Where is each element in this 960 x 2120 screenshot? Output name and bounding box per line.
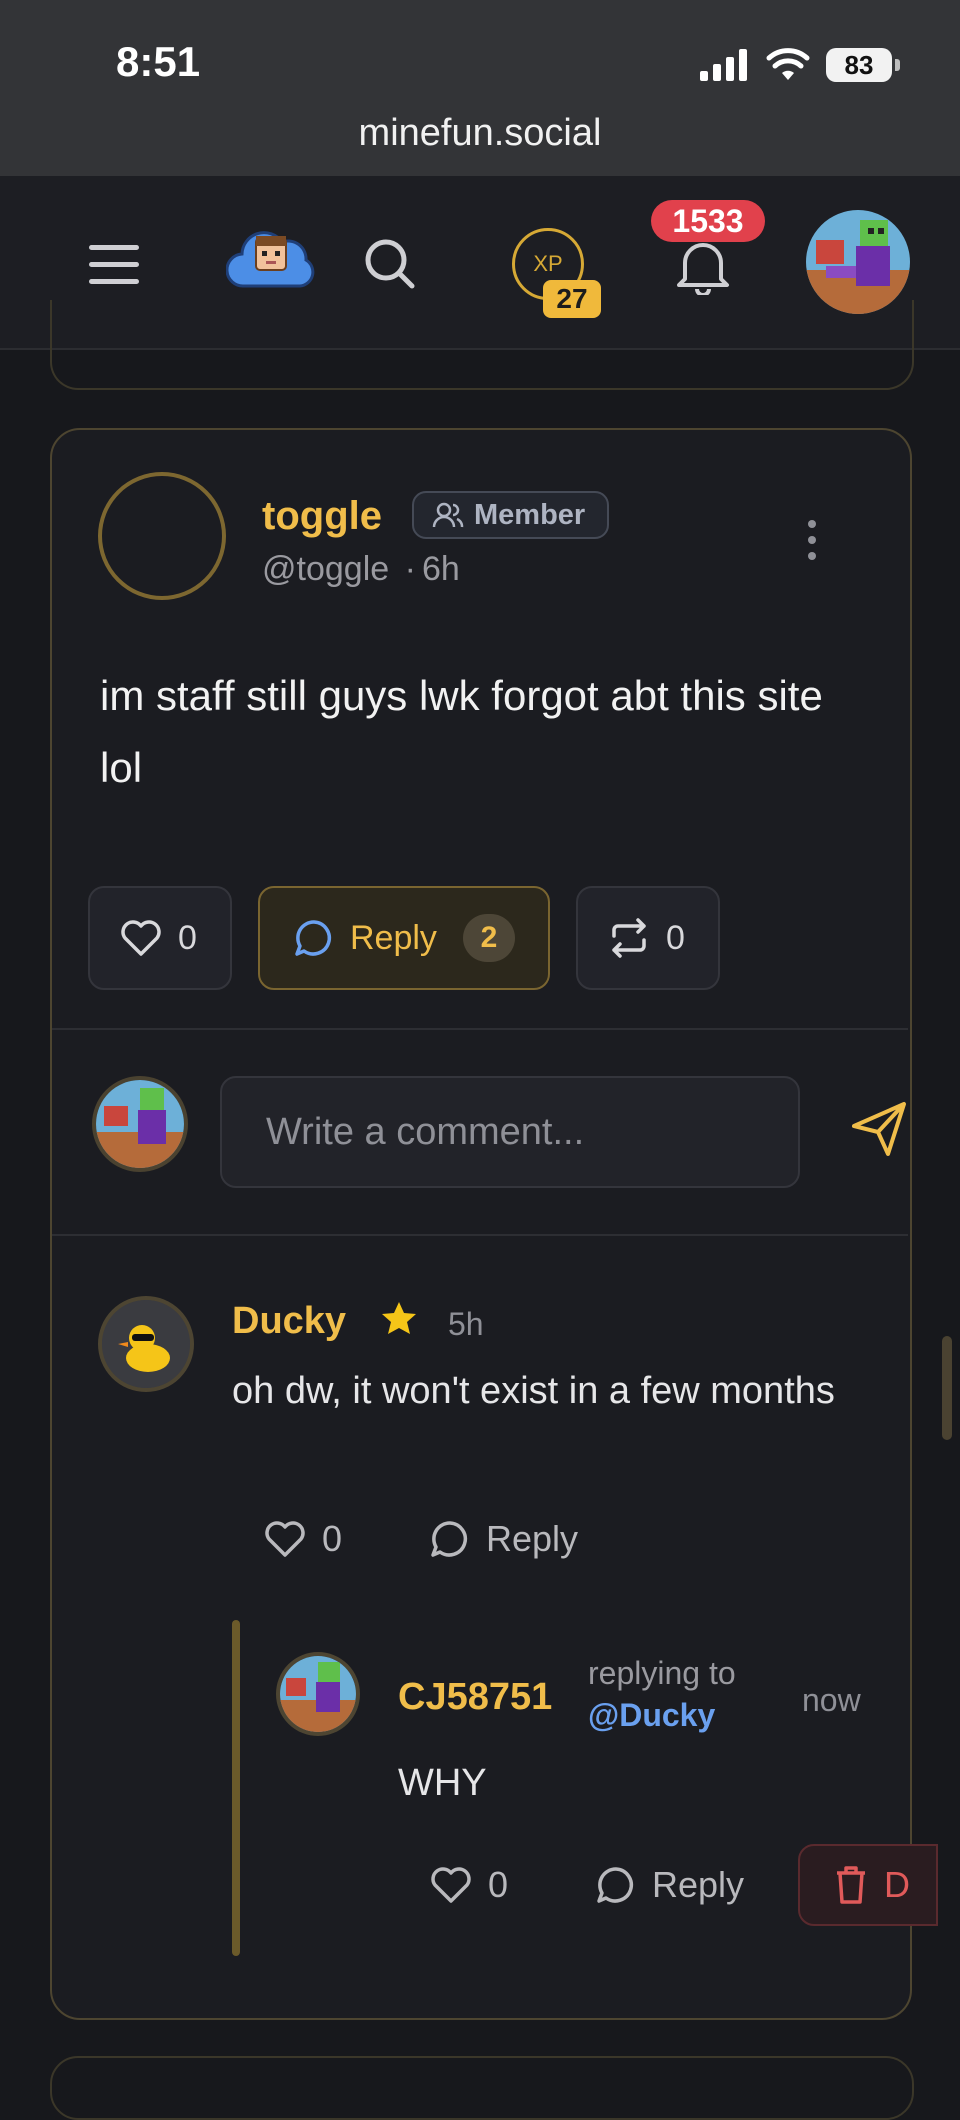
search-button[interactable] [360,234,420,294]
reply-time: now [802,1682,861,1718]
users-icon [432,502,464,528]
hamburger-icon [89,245,139,284]
composer-avatar [92,1076,188,1172]
heart-icon [431,1867,471,1903]
reply-like-count: 0 [488,1864,509,1905]
delete-label: D [884,1864,910,1905]
like-button[interactable]: 0 [88,886,232,990]
previous-post-card [50,300,914,390]
comment-time: 5h [448,1306,484,1342]
status-icons: 83 [700,40,900,90]
xp-label: XP [533,251,563,276]
comment-reply-button[interactable]: Reply [430,1518,578,1560]
comment-reply-label: Reply [486,1518,579,1559]
thread-line [232,1620,240,1956]
reply-reply-label: Reply [652,1864,745,1905]
comment-body: oh dw, it won't exist in a few months [232,1370,835,1412]
notification-count-badge: 1533 [651,200,765,242]
author-avatar[interactable] [98,472,226,600]
comment-like-button[interactable]: 0 [264,1518,342,1560]
avatar-image [280,1656,356,1732]
trash-icon [837,1866,865,1904]
post-meta: @toggle · 6h [262,550,460,589]
comment-like-count: 0 [322,1518,343,1559]
replying-to-mention[interactable]: @Ducky [588,1694,736,1736]
repost-button[interactable]: 0 [576,886,720,990]
reply-avatar[interactable] [276,1652,360,1736]
bell-icon [677,243,729,295]
repost-icon [612,918,646,958]
avatar-image [806,210,910,314]
role-badge: Member [412,491,610,539]
post-author-name[interactable]: toggle [262,494,382,539]
reply-count: 2 [462,914,515,962]
post-options-button[interactable] [800,518,824,562]
next-post-card [50,2056,914,2120]
site-logo[interactable] [225,224,316,292]
user-avatar[interactable] [806,210,910,314]
battery-icon: 83 [826,48,900,82]
battery-level: 83 [844,49,874,80]
replying-to: replying to @Ducky [588,1652,736,1736]
search-icon [365,239,415,289]
heart-icon [265,1521,305,1557]
post-time: 6h [421,550,460,588]
post-handle[interactable]: @toggle [262,550,389,588]
comment-icon [597,1867,634,1903]
divider [52,1234,908,1236]
comment-author[interactable]: Ducky [232,1300,346,1343]
delete-reply-button[interactable]: D [798,1844,938,1926]
reply-reply-button[interactable]: Reply [596,1864,744,1906]
signal-icon [700,49,747,81]
status-time: 8:51 [116,38,201,85]
avatar-image [96,1080,184,1168]
scrollbar[interactable] [942,1336,952,1440]
heart-icon [121,920,161,956]
more-vertical-icon [808,520,816,560]
comment-icon [431,1521,468,1557]
meta-separator: · [404,550,416,588]
wifi-icon [766,48,810,80]
role-badge-label: Member [474,498,586,531]
cloud-logo-icon [225,231,315,288]
reply-body: WHY [398,1762,487,1804]
comment-icon [295,920,332,956]
replying-to-label: replying to [588,1655,736,1691]
url-bar[interactable]: minefun.social [0,112,960,155]
reply-like-button[interactable]: 0 [430,1864,508,1906]
post-body: im staff still guys lwk forgot abt this … [100,672,823,791]
reply-button[interactable]: Reply 2 [258,886,550,990]
comment-input[interactable]: Write a comment... [220,1076,800,1188]
duck-avatar-image [102,1300,190,1388]
reply-author[interactable]: CJ58751 [398,1676,552,1719]
comment-avatar[interactable] [98,1296,194,1392]
send-icon [852,1102,906,1156]
reply-label: Reply [350,918,437,957]
menu-button[interactable] [84,236,144,292]
repost-count: 0 [666,918,685,957]
like-count: 0 [178,918,197,957]
divider [52,1028,908,1030]
star-icon [382,1302,416,1334]
send-comment-button[interactable] [850,1100,908,1158]
